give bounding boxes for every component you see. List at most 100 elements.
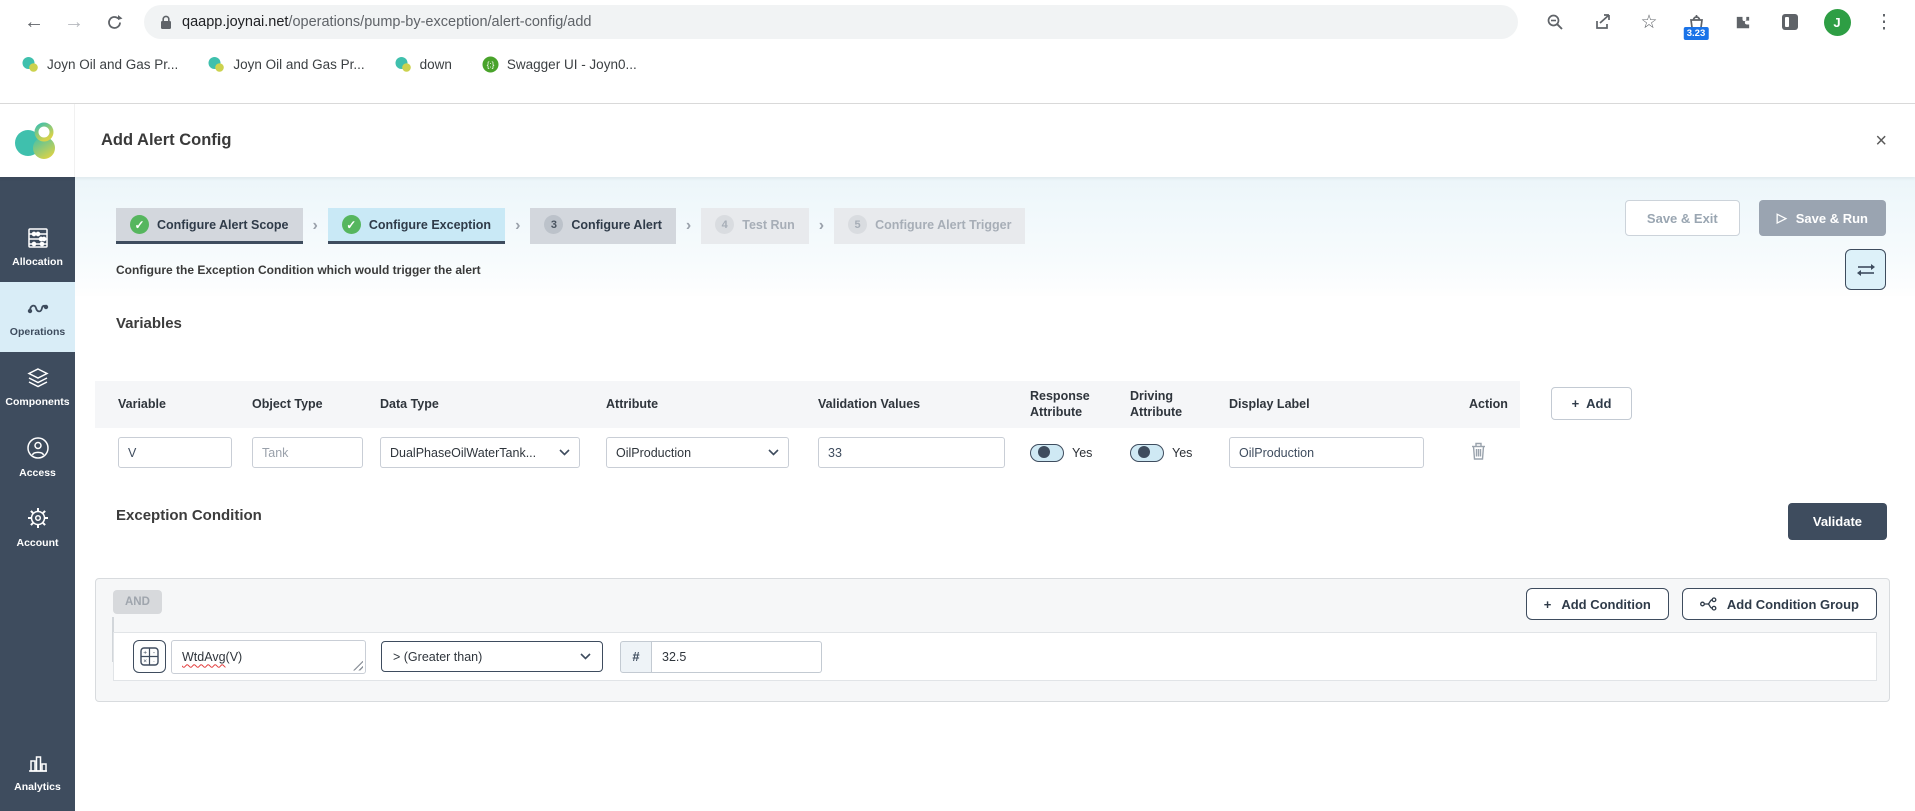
save-exit-button[interactable]: Save & Exit [1625,200,1740,236]
reload-icon[interactable] [94,2,134,42]
svg-text:{:}: {:} [487,60,495,69]
check-icon: ✓ [342,215,361,234]
sidebar: Allocation Operations Components [0,177,75,811]
main-content: ✓ Configure Alert Scope › ✓ Configure Ex… [75,177,1915,811]
extension-badge: 3.23 [1684,27,1709,40]
step-configure-alert-scope[interactable]: ✓ Configure Alert Scope [116,208,303,244]
svg-text:×: × [143,658,147,665]
step-test-run: 4 Test Run [701,208,809,244]
layers-icon [26,367,50,389]
svg-text:+: + [143,650,147,657]
validate-button[interactable]: Validate [1788,503,1887,540]
reload-icon [106,14,123,31]
bookmark-star-icon[interactable]: ☆ [1630,3,1668,41]
gear-icon [26,506,50,530]
attribute-select[interactable]: OilProduction [606,437,789,468]
sidebar-item-operations[interactable]: Operations [0,282,75,352]
extensions-puzzle-icon[interactable] [1724,3,1762,41]
chrome-menu-icon[interactable]: ⋮ [1865,3,1903,41]
save-run-button[interactable]: ▷ Save & Run [1759,200,1886,236]
chevron-down-icon [559,449,570,456]
step-configure-alert-trigger: 5 Configure Alert Trigger [834,208,1025,244]
variables-table-header: Variable Object Type Data Type Attribute… [95,381,1520,428]
sidebar-item-allocation[interactable]: Allocation [0,212,75,282]
operations-icon [26,297,50,319]
sidebar-item-access[interactable]: Access [0,422,75,492]
variable-name-input[interactable] [118,437,232,468]
trash-icon [1471,442,1486,460]
bookmark-item[interactable]: {:} Swagger UI - Joyn0... [482,56,637,73]
plus-icon: + [1544,597,1552,612]
condition-value-input[interactable] [652,641,822,673]
svg-text:-: - [153,650,155,657]
number-type-prefix: # [620,641,652,673]
variables-heading: Variables [116,315,182,332]
driving-attribute-toggle[interactable] [1130,444,1164,462]
expression-input[interactable]: WtdAvg(V) [171,640,366,674]
abacus-icon [26,227,50,249]
add-condition-group-button[interactable]: Add Condition Group [1682,588,1877,620]
swagger-favicon: {:} [482,56,499,73]
validation-values-input[interactable] [818,437,1005,468]
close-icon[interactable]: × [1875,131,1887,151]
joyn-favicon [22,56,39,73]
resize-grip-icon[interactable] [353,661,363,671]
step-configure-alert[interactable]: 3 Configure Alert [530,208,676,244]
stepper-section: ✓ Configure Alert Scope › ✓ Configure Ex… [75,177,1915,296]
branch-icon [1700,597,1717,611]
swap-view-button[interactable] [1845,249,1886,290]
url-text: qaapp.joynai.net/operations/pump-by-exce… [182,14,592,30]
response-attribute-toggle[interactable] [1030,444,1064,462]
bookmark-item[interactable]: Joyn Oil and Gas Pr... [22,56,178,73]
object-type-input[interactable] [252,437,363,468]
condition-group: AND + Add Condition Add Condition Gr [95,578,1890,702]
expression-builder-button[interactable]: + - × · [133,640,166,673]
data-type-select[interactable]: DualPhaseOilWaterTank... [380,437,580,468]
add-variable-button[interactable]: + Add [1551,387,1632,420]
profile-avatar[interactable]: J [1818,3,1856,41]
page-title: Add Alert Config [101,131,231,150]
sidebar-item-account[interactable]: Account [0,492,75,562]
check-icon: ✓ [130,215,149,234]
sidebar-item-components[interactable]: Components [0,352,75,422]
share-icon[interactable] [1583,3,1621,41]
delete-variable-button[interactable] [1469,440,1488,465]
bookmark-item[interactable]: down [395,56,452,73]
chevron-down-icon [768,449,779,456]
back-icon[interactable]: ← [14,2,54,42]
forward-icon[interactable]: → [54,2,94,42]
group-operator-chip[interactable]: AND [113,590,162,614]
address-bar[interactable]: qaapp.joynai.net/operations/pump-by-exce… [144,5,1518,39]
sidebar-item-analytics[interactable]: Analytics [0,737,75,807]
operator-select[interactable]: > (Greater than) [381,641,603,672]
lock-icon [160,15,172,30]
condition-row: + - × · WtdAvg(V) > (Greater than) [113,632,1877,681]
play-icon: ▷ [1777,210,1787,226]
stepper: ✓ Configure Alert Scope › ✓ Configure Ex… [116,208,1025,244]
access-person-icon [26,436,50,460]
extension-meter-icon[interactable]: 3.23 [1677,3,1715,41]
bookmarks-bar: Joyn Oil and Gas Pr... Joyn Oil and Gas … [0,44,1915,84]
chevron-down-icon [580,653,591,660]
swap-arrows-icon [1856,262,1876,278]
bar-chart-icon [26,752,50,774]
chevron-right-icon: › [313,217,318,235]
display-label-input[interactable] [1229,437,1424,468]
side-panel-icon[interactable] [1771,3,1809,41]
app-window: Add Alert Config × Allocation [0,103,1915,811]
zoom-icon[interactable] [1536,3,1574,41]
svg-text:·: · [153,658,155,665]
app-header: Add Alert Config × [0,104,1915,177]
joyn-favicon [208,56,225,73]
bookmark-item[interactable]: Joyn Oil and Gas Pr... [208,56,364,73]
joyn-logo [0,104,75,177]
step-description: Configure the Exception Condition which … [116,263,481,277]
add-condition-button[interactable]: + Add Condition [1526,588,1669,620]
browser-toolbar: ← → qaapp.joynai.net/operations/pump-by-… [0,0,1915,44]
variable-row: DualPhaseOilWaterTank... OilProduction Y… [95,428,1520,477]
toggle-label: Yes [1172,446,1192,460]
chevron-right-icon: › [686,217,691,235]
step-configure-exception[interactable]: ✓ Configure Exception [328,208,505,244]
toggle-label: Yes [1072,446,1092,460]
plus-icon: + [1572,396,1580,411]
